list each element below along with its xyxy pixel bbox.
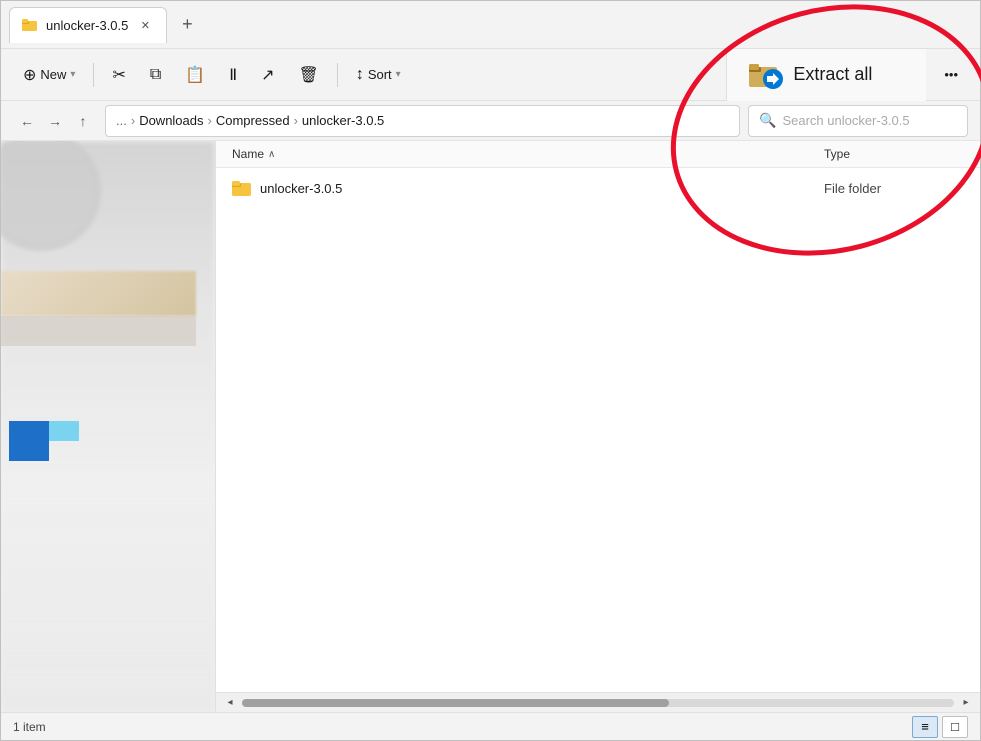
sort-button[interactable]: ↕ Sort ▾ xyxy=(346,60,411,90)
search-box[interactable]: 🔍 Search unlocker-3.0.5 xyxy=(748,105,968,137)
share-button[interactable]: ↗ xyxy=(251,59,284,91)
paste-icon: 📋 xyxy=(185,65,205,85)
search-placeholder: Search unlocker-3.0.5 xyxy=(782,113,909,128)
search-icon: 🔍 xyxy=(759,112,776,129)
breadcrumb[interactable]: ... › Downloads › Compressed › unlocker-… xyxy=(105,105,740,137)
main-content: Name ∧ Type unlocker-3.0.5 File folder xyxy=(1,141,980,712)
status-bar: 1 item ≡ □ xyxy=(1,712,980,740)
cut-button[interactable]: ✂ xyxy=(102,59,135,91)
file-type: File folder xyxy=(824,181,964,196)
details-view-button[interactable]: ≡ xyxy=(912,716,938,738)
scroll-right-arrow[interactable]: ▸ xyxy=(956,695,976,711)
forward-button[interactable]: → xyxy=(41,107,69,135)
copy-icon: ⧉ xyxy=(150,66,161,84)
type-column-header[interactable]: Type xyxy=(824,147,964,161)
new-button[interactable]: ⊕ New ▾ xyxy=(13,59,85,91)
sort-arrow: ∧ xyxy=(268,149,275,160)
new-tab-button[interactable]: + xyxy=(171,9,203,41)
back-button[interactable]: ← xyxy=(13,107,41,135)
toolbar-separator-2 xyxy=(337,63,338,87)
sidebar-cyan-block xyxy=(49,421,79,441)
breadcrumb-compressed[interactable]: Compressed xyxy=(216,113,290,128)
toolbar: ⊕ New ▾ ✂ ⧉ 📋 Ⅱ ↗ 🗑 ↕ Sort ▾ xyxy=(1,49,980,101)
sidebar xyxy=(1,141,216,712)
extract-all-label: Extract all xyxy=(793,64,872,85)
tiles-view-button[interactable]: □ xyxy=(942,716,968,738)
sidebar-tan-bar2 xyxy=(1,316,196,346)
copy-button[interactable]: ⧉ xyxy=(140,60,171,90)
file-name: unlocker-3.0.5 xyxy=(260,181,824,196)
status-item-count: 1 item xyxy=(13,720,46,734)
view-toggle: ≡ □ xyxy=(912,716,968,738)
table-row[interactable]: unlocker-3.0.5 File folder xyxy=(216,172,980,204)
horizontal-scrollbar[interactable]: ◂ ▸ xyxy=(216,692,980,712)
sort-icon: ↕ xyxy=(356,66,364,84)
delete-icon: 🗑 xyxy=(299,65,319,85)
breadcrumb-current[interactable]: unlocker-3.0.5 xyxy=(302,113,384,128)
breadcrumb-downloads[interactable]: Downloads xyxy=(139,113,203,128)
title-bar: unlocker-3.0.5 ✕ + xyxy=(1,1,980,49)
new-icon: ⊕ xyxy=(23,65,36,85)
more-button[interactable]: ••• xyxy=(934,61,968,88)
sidebar-blue-block xyxy=(9,421,49,461)
share-icon: ↗ xyxy=(261,65,274,85)
delete-button[interactable]: 🗑 xyxy=(289,59,329,91)
scroll-left-arrow[interactable]: ◂ xyxy=(220,695,240,711)
tab-folder-icon xyxy=(22,17,38,33)
up-button[interactable]: ↑ xyxy=(69,107,97,135)
sidebar-tan-bar xyxy=(1,271,196,316)
active-tab[interactable]: unlocker-3.0.5 ✕ xyxy=(9,7,167,43)
scroll-thumb[interactable] xyxy=(242,699,669,707)
file-list: Name ∧ Type unlocker-3.0.5 File folder xyxy=(216,141,980,712)
breadcrumb-home: ... xyxy=(116,113,127,128)
rename-icon: Ⅱ xyxy=(229,65,237,85)
toolbar-separator-1 xyxy=(93,63,94,87)
folder-icon xyxy=(232,179,252,197)
cut-icon: ✂ xyxy=(112,65,125,85)
tab-title: unlocker-3.0.5 xyxy=(46,18,128,33)
rename-button[interactable]: Ⅱ xyxy=(219,59,247,91)
extract-all-icon xyxy=(747,57,783,93)
window: unlocker-3.0.5 ✕ + ⊕ New ▾ ✂ ⧉ 📋 Ⅱ ↗ 🗑 xyxy=(0,0,981,741)
scroll-track[interactable] xyxy=(242,699,954,707)
column-headers: Name ∧ Type xyxy=(216,141,980,168)
name-column-header[interactable]: Name ∧ xyxy=(232,147,824,161)
extract-all-button[interactable]: Extract all xyxy=(726,49,926,101)
file-list-body: unlocker-3.0.5 File folder xyxy=(216,168,980,692)
tab-close-button[interactable]: ✕ xyxy=(136,16,154,34)
address-bar: ← → ↑ ... › Downloads › Compressed › unl… xyxy=(1,101,980,141)
paste-button[interactable]: 📋 xyxy=(175,59,215,91)
